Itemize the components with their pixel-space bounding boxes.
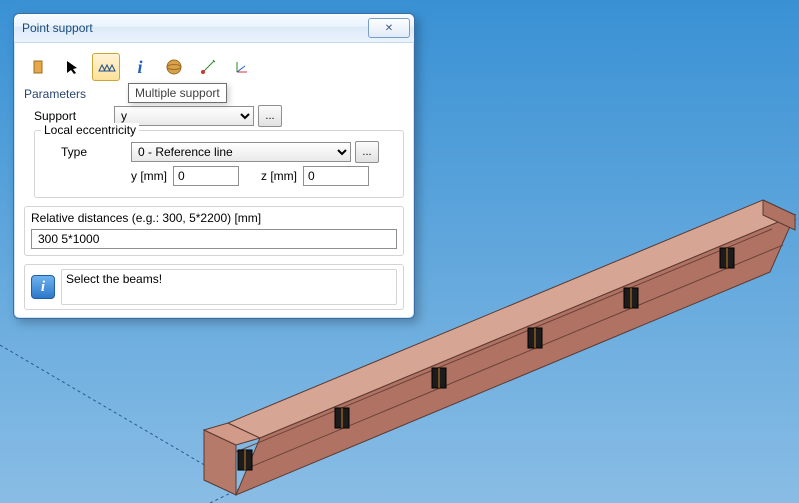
support-marker: [624, 288, 638, 308]
type-select[interactable]: 0 - Reference line: [131, 142, 351, 162]
info-tool[interactable]: i: [126, 53, 154, 81]
support-marker: [528, 328, 542, 348]
ellipsis-icon: ...: [362, 146, 371, 158]
distances-group: Relative distances (e.g.: 300, 5*2200) […: [24, 206, 404, 256]
hint-info-icon: i: [31, 275, 55, 299]
dialog-body: i Multiple support Parameters Support y …: [14, 43, 414, 318]
eccentricity-legend: Local eccentricity: [41, 123, 139, 137]
local-cs-tool[interactable]: [228, 53, 256, 81]
title-bar: Point support ✕: [14, 14, 414, 43]
info-icon: i: [137, 57, 142, 78]
support-marker: [238, 450, 252, 470]
distances-legend: Relative distances (e.g.: 300, 5*2200) […: [31, 211, 397, 225]
type-browse-button[interactable]: ...: [355, 141, 379, 163]
distances-input[interactable]: [31, 229, 397, 249]
pointer-tool[interactable]: [58, 53, 86, 81]
multiple-support-tool[interactable]: [92, 53, 120, 81]
eccentricity-group: Local eccentricity Type 0 - Reference li…: [34, 130, 404, 198]
parameters-heading: Parameters: [24, 87, 404, 101]
y-label: y [mm]: [131, 169, 167, 183]
support-marker: [720, 248, 734, 268]
point-support-dialog: Point support ✕ i: [13, 13, 415, 319]
toolbar: i Multiple support: [24, 53, 404, 81]
support-marker: [432, 368, 446, 388]
type-label: Type: [61, 145, 131, 159]
support-label: Support: [34, 109, 114, 123]
support-marker: [335, 408, 349, 428]
dialog-title: Point support: [22, 21, 368, 35]
hint-text: Select the beams!: [66, 272, 162, 286]
hint-block: i Select the beams!: [24, 264, 404, 310]
support-browse-button[interactable]: ...: [258, 105, 282, 127]
z-label: z [mm]: [261, 169, 297, 183]
sphere-tool[interactable]: [160, 53, 188, 81]
close-icon: ✕: [385, 23, 393, 34]
ellipsis-icon: ...: [265, 110, 274, 122]
z-input[interactable]: [303, 166, 369, 186]
single-support-tool[interactable]: [24, 53, 52, 81]
close-button[interactable]: ✕: [368, 18, 410, 38]
axis-tool[interactable]: [194, 53, 222, 81]
y-input[interactable]: [173, 166, 239, 186]
